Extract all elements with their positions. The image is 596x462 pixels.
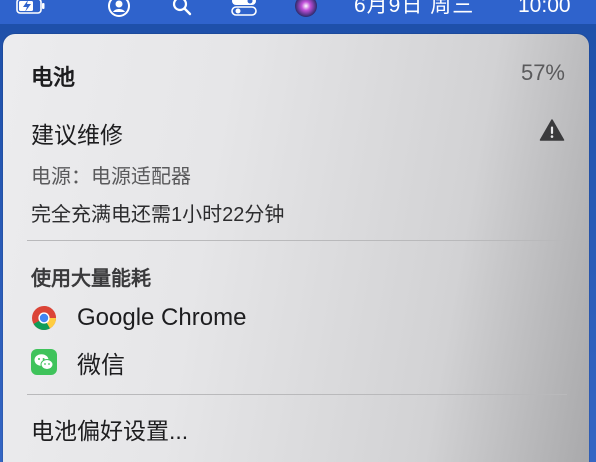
battery-condition[interactable]: 建议维修 <box>31 116 563 150</box>
app-item-chrome[interactable]: Google Chrome <box>31 302 246 334</box>
battery-charging-icon[interactable] <box>16 0 46 18</box>
battery-menu-panel: 电池 57% 建议维修 电源：电源适配器 完全充满电还需1小时22分钟 使用大量… <box>3 34 589 462</box>
siri-icon[interactable] <box>294 0 318 18</box>
divider <box>27 394 567 395</box>
app-item-wechat[interactable]: 微信 <box>31 346 125 379</box>
search-icon[interactable] <box>172 0 194 18</box>
time-to-full-text: 完全充满电还需1小时22分钟 <box>31 204 285 226</box>
warning-icon <box>539 118 565 142</box>
menu-bar: 6月9日 周三 10:00 <box>0 0 596 24</box>
app-label: Google Chrome <box>77 304 247 331</box>
app-label: 微信 <box>77 351 125 379</box>
menubar-time[interactable]: 10:00 <box>518 0 571 18</box>
heavy-usage-heading: 使用大量能耗 <box>31 268 151 290</box>
user-icon[interactable] <box>108 0 132 18</box>
wechat-icon <box>31 349 57 375</box>
chrome-icon <box>31 305 57 331</box>
battery-percent: 57% <box>520 60 565 85</box>
battery-title: 电池 <box>31 65 76 90</box>
control-center-icon[interactable] <box>230 0 260 18</box>
divider <box>27 240 567 241</box>
battery-preferences-item[interactable]: 电池偏好设置... <box>31 412 563 446</box>
power-source-text: 电源：电源适配器 <box>31 166 191 188</box>
menubar-date[interactable]: 6月9日 周三 <box>354 0 474 18</box>
